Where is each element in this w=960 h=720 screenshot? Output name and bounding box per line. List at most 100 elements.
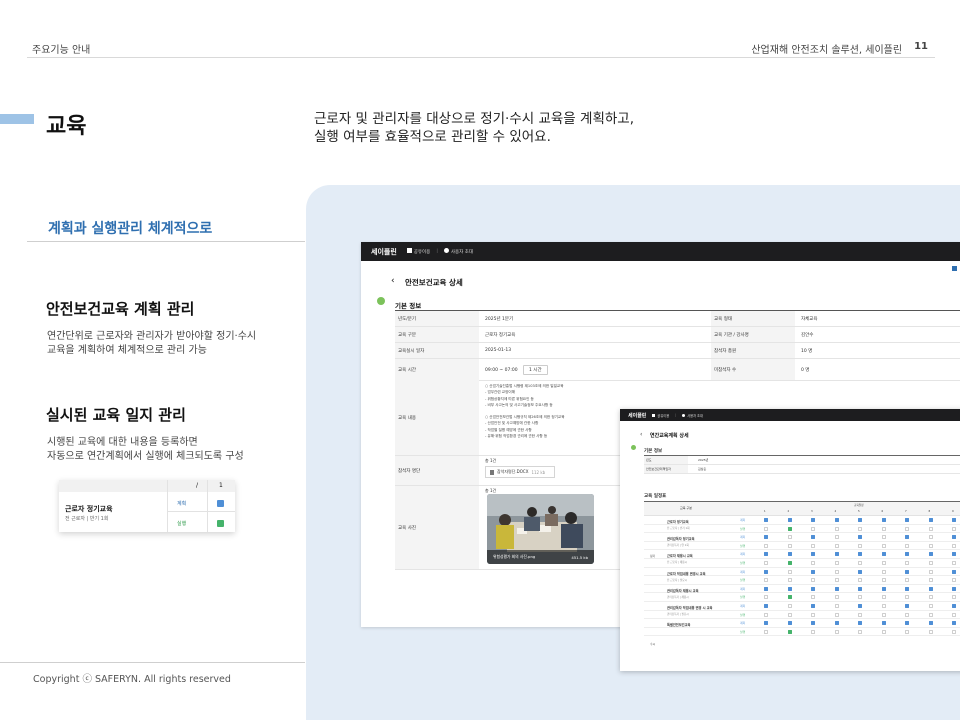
schedule-checkbox[interactable] bbox=[928, 612, 933, 617]
schedule-checkbox[interactable] bbox=[764, 621, 768, 626]
nav-item-invite[interactable]: 사용자 초대 bbox=[443, 248, 473, 255]
schedule-checkbox[interactable] bbox=[811, 629, 815, 634]
schedule-checkbox[interactable] bbox=[952, 552, 956, 557]
schedule-checkbox[interactable] bbox=[881, 543, 886, 548]
schedule-checkbox[interactable] bbox=[858, 603, 862, 608]
schedule-checkbox[interactable] bbox=[787, 560, 792, 565]
schedule-checkbox[interactable] bbox=[952, 560, 956, 565]
schedule-checkbox[interactable] bbox=[928, 518, 933, 522]
schedule-checkbox[interactable] bbox=[811, 569, 815, 574]
schedule-checkbox[interactable] bbox=[834, 569, 839, 574]
schedule-checkbox[interactable] bbox=[881, 560, 886, 565]
schedule-checkbox[interactable] bbox=[858, 578, 862, 583]
schedule-checkbox[interactable] bbox=[834, 560, 839, 565]
schedule-checkbox[interactable] bbox=[928, 535, 933, 540]
schedule-checkbox[interactable] bbox=[834, 586, 839, 591]
schedule-checkbox[interactable] bbox=[764, 586, 768, 591]
schedule-checkbox[interactable] bbox=[905, 612, 909, 617]
schedule-checkbox[interactable] bbox=[905, 595, 909, 600]
schedule-checkbox[interactable] bbox=[952, 595, 956, 600]
schedule-checkbox[interactable] bbox=[928, 586, 933, 591]
schedule-checkbox[interactable] bbox=[858, 629, 862, 634]
schedule-checkbox[interactable] bbox=[952, 629, 956, 634]
schedule-checkbox[interactable] bbox=[881, 535, 886, 540]
schedule-checkbox[interactable] bbox=[905, 560, 909, 565]
schedule-checkbox[interactable] bbox=[905, 535, 909, 540]
schedule-checkbox[interactable] bbox=[905, 526, 909, 531]
schedule-checkbox[interactable] bbox=[834, 578, 839, 583]
schedule-checkbox[interactable] bbox=[952, 526, 956, 531]
schedule-checkbox[interactable] bbox=[764, 569, 768, 574]
schedule-checkbox[interactable] bbox=[858, 526, 862, 531]
schedule-checkbox[interactable] bbox=[952, 621, 956, 626]
schedule-checkbox[interactable] bbox=[881, 621, 886, 626]
schedule-checkbox[interactable] bbox=[787, 569, 792, 574]
schedule-checkbox[interactable] bbox=[905, 629, 909, 634]
schedule-checkbox[interactable] bbox=[787, 578, 792, 583]
schedule-checkbox[interactable] bbox=[764, 629, 768, 634]
schedule-checkbox[interactable] bbox=[858, 543, 862, 548]
schedule-checkbox[interactable] bbox=[905, 569, 909, 574]
nav-item-share[interactable]: 공유이용 bbox=[406, 248, 430, 255]
schedule-checkbox[interactable] bbox=[811, 535, 815, 540]
schedule-checkbox[interactable] bbox=[881, 595, 886, 600]
schedule-checkbox[interactable] bbox=[881, 526, 886, 531]
schedule-checkbox[interactable] bbox=[764, 603, 768, 608]
schedule-checkbox[interactable] bbox=[928, 543, 933, 548]
schedule-checkbox[interactable] bbox=[952, 612, 956, 617]
schedule-checkbox[interactable] bbox=[811, 526, 815, 531]
schedule-checkbox[interactable] bbox=[787, 603, 792, 608]
schedule-checkbox[interactable] bbox=[764, 612, 768, 617]
home-icon[interactable] bbox=[952, 266, 957, 271]
schedule-checkbox[interactable] bbox=[834, 603, 839, 608]
schedule-checkbox[interactable] bbox=[928, 595, 933, 600]
nav-item-invite[interactable]: 사용자 초대 bbox=[682, 413, 703, 418]
schedule-checkbox[interactable] bbox=[787, 535, 792, 540]
schedule-checkbox[interactable] bbox=[764, 535, 768, 540]
schedule-checkbox[interactable] bbox=[811, 560, 815, 565]
schedule-checkbox[interactable] bbox=[858, 569, 862, 574]
schedule-checkbox[interactable] bbox=[834, 629, 839, 634]
schedule-checkbox[interactable] bbox=[811, 612, 815, 617]
schedule-checkbox[interactable] bbox=[834, 543, 839, 548]
attendee-file-chip[interactable]: 참석자명단.DOCX 112 kb bbox=[485, 466, 555, 478]
schedule-checkbox[interactable] bbox=[787, 518, 792, 522]
schedule-checkbox[interactable] bbox=[787, 595, 792, 600]
schedule-checkbox[interactable] bbox=[787, 612, 792, 617]
schedule-checkbox[interactable] bbox=[952, 569, 956, 574]
back-arrow-icon[interactable]: ‹ bbox=[391, 276, 395, 286]
schedule-checkbox[interactable] bbox=[834, 612, 839, 617]
schedule-checkbox[interactable] bbox=[764, 526, 768, 531]
schedule-checkbox[interactable] bbox=[764, 560, 768, 565]
schedule-checkbox[interactable] bbox=[858, 552, 862, 557]
schedule-checkbox[interactable] bbox=[764, 543, 768, 548]
schedule-checkbox[interactable] bbox=[811, 518, 815, 522]
duration-button[interactable]: 1 시간 bbox=[523, 364, 548, 375]
back-arrow-icon[interactable]: ‹ bbox=[640, 431, 642, 438]
schedule-checkbox[interactable] bbox=[764, 552, 768, 557]
schedule-checkbox[interactable] bbox=[928, 569, 933, 574]
schedule-checkbox[interactable] bbox=[858, 518, 862, 522]
schedule-checkbox[interactable] bbox=[787, 586, 792, 591]
training-photo[interactable]: 위험성평가 회의 사진.png 451.5 kb bbox=[487, 494, 594, 564]
schedule-checkbox[interactable] bbox=[834, 621, 839, 626]
schedule-checkbox[interactable] bbox=[881, 586, 886, 591]
schedule-checkbox[interactable] bbox=[928, 560, 933, 565]
schedule-checkbox[interactable] bbox=[787, 543, 792, 548]
schedule-checkbox[interactable] bbox=[811, 586, 815, 591]
schedule-checkbox[interactable] bbox=[811, 552, 815, 557]
schedule-checkbox[interactable] bbox=[881, 603, 886, 608]
schedule-checkbox[interactable] bbox=[834, 526, 839, 531]
schedule-checkbox[interactable] bbox=[952, 535, 956, 540]
schedule-checkbox[interactable] bbox=[881, 569, 886, 574]
schedule-checkbox[interactable] bbox=[928, 526, 933, 531]
schedule-checkbox[interactable] bbox=[858, 560, 862, 565]
schedule-checkbox[interactable] bbox=[811, 595, 815, 600]
schedule-checkbox[interactable] bbox=[928, 578, 933, 583]
schedule-checkbox[interactable] bbox=[881, 578, 886, 583]
schedule-checkbox[interactable] bbox=[764, 518, 768, 522]
schedule-checkbox[interactable] bbox=[905, 603, 909, 608]
schedule-checkbox[interactable] bbox=[881, 518, 886, 522]
schedule-checkbox[interactable] bbox=[787, 629, 792, 634]
schedule-checkbox[interactable] bbox=[928, 603, 933, 608]
